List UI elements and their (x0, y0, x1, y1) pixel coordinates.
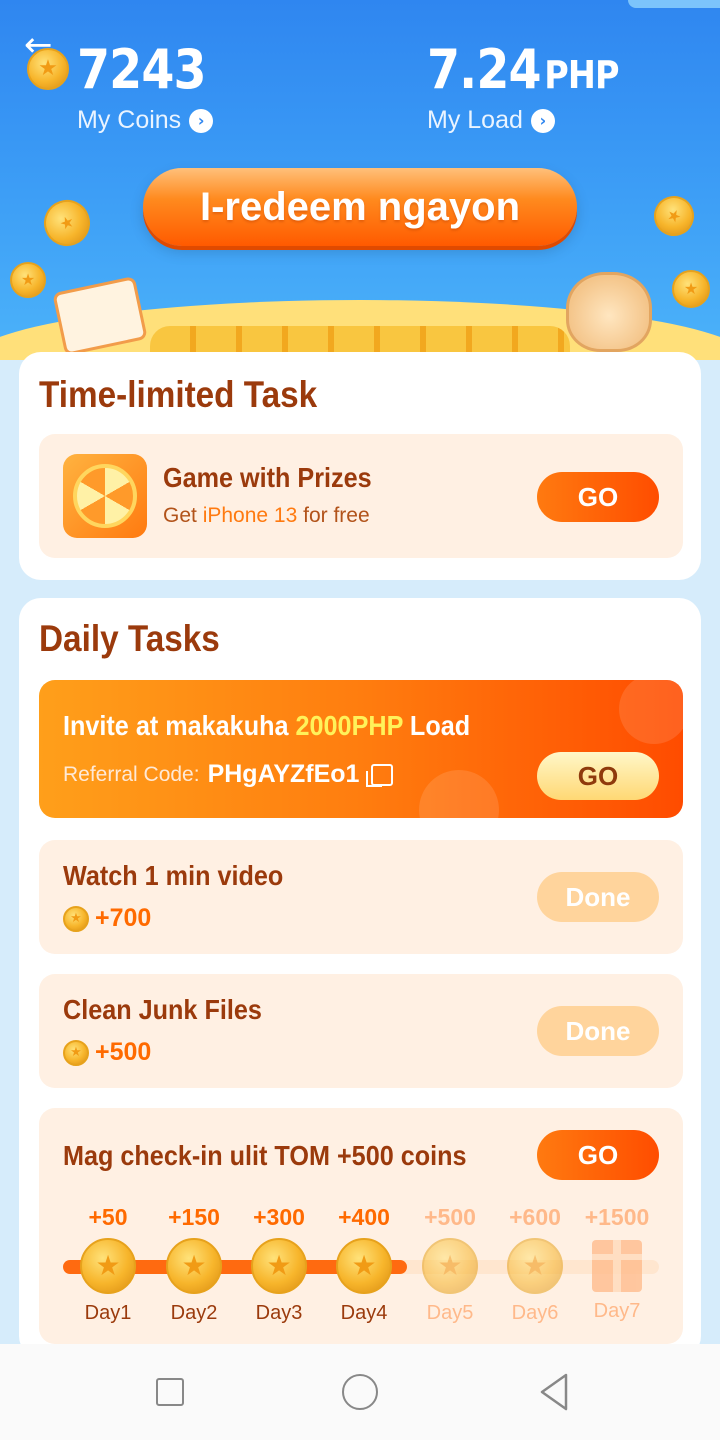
coin-icon (80, 1238, 136, 1294)
checkin-day: +400 Day4 (319, 1204, 409, 1325)
day-label: Day3 (255, 1302, 303, 1324)
day-label: Day1 (84, 1302, 132, 1324)
checkin-day: +300 Day3 (234, 1204, 324, 1325)
day-points: +500 (424, 1204, 476, 1230)
decorative-coin-icon (647, 189, 701, 243)
checkin-day: +1500 Day7 (572, 1204, 662, 1323)
checkin-day: +50 Day1 (63, 1204, 153, 1325)
chevron-right-icon: › (530, 108, 555, 133)
game-with-prizes-task: Game with Prizes Get iPhone 13 for free … (39, 434, 683, 558)
back-icon[interactable] (538, 1372, 570, 1412)
load-value: 7.24 (427, 38, 542, 101)
coin-icon (251, 1238, 307, 1294)
day-label: Day6 (511, 1302, 559, 1324)
watch-video-done-button[interactable]: Done (537, 872, 659, 922)
task-reward: +700 (63, 904, 151, 933)
checkin-go-button[interactable]: GO (537, 1130, 659, 1180)
section-title: Time-limited Task (39, 374, 318, 415)
coin-icon (166, 1238, 222, 1294)
section-title: Daily Tasks (39, 618, 220, 659)
copy-icon[interactable] (366, 763, 394, 787)
game-go-button[interactable]: GO (537, 472, 659, 522)
task-subtitle: Get iPhone 13 for free (163, 504, 370, 527)
task-title: Watch 1 min video (63, 860, 284, 891)
referral-code: PHgAYZfEo1 (207, 760, 360, 788)
checkin-title: Mag check-in ulit TOM +500 coins (63, 1140, 467, 1171)
arrow-left-icon[interactable]: ← (24, 28, 64, 68)
clean-junk-task: Clean Junk Files +500 Done (39, 974, 683, 1088)
invite-title: Invite at makakuha 2000PHP Load (63, 710, 471, 741)
daily-tasks-card: Daily Tasks Invite at makakuha 2000PHP L… (19, 598, 701, 1358)
redeem-now-button[interactable]: I-redeem ngayon (143, 168, 577, 246)
coin-icon (507, 1238, 563, 1294)
money-bag-mascot-illustration (566, 272, 652, 352)
header-banner: ← 7243 7.24PHP My Coins › My Load › I-re… (0, 0, 720, 360)
decorative-coin-icon (672, 270, 710, 308)
coin-icon (63, 1039, 89, 1066)
invite-go-button[interactable]: GO (537, 752, 659, 800)
my-coins-link[interactable]: My Coins › (77, 106, 214, 135)
prize-wheel-icon (63, 454, 147, 538)
day-label: Day4 (340, 1302, 388, 1324)
day-label: Day7 (593, 1300, 641, 1322)
clean-junk-done-button[interactable]: Done (537, 1006, 659, 1056)
day-points: +300 (253, 1204, 305, 1230)
recent-apps-icon[interactable] (156, 1378, 184, 1406)
invite-task-banner: Invite at makakuha 2000PHP Load Referral… (39, 680, 683, 818)
decorative-coin-icon (10, 262, 46, 298)
checkin-day: +600 Day6 (490, 1204, 580, 1325)
check-in-task: Mag check-in ulit TOM +500 coins GO +50 D… (39, 1108, 683, 1344)
decorative-coin-icon (37, 193, 97, 253)
gift-box-icon (592, 1240, 642, 1292)
task-reward: +500 (63, 1038, 151, 1067)
time-limited-card: Time-limited Task Game with Prizes Get i… (19, 352, 701, 580)
load-unit: PHP (544, 53, 619, 97)
system-nav-bar (0, 1344, 720, 1440)
day-points: +1500 (584, 1204, 650, 1230)
checkin-day: +500 Day5 (405, 1204, 495, 1325)
my-load-label: My Load (427, 106, 523, 134)
day-points: +400 (338, 1204, 390, 1230)
referral-line: Referral Code: PHgAYZfEo1 (63, 760, 394, 789)
task-title: Clean Junk Files (63, 994, 262, 1025)
coin-icon (63, 905, 89, 932)
day-points: +50 (88, 1204, 128, 1230)
my-load-link[interactable]: My Load › (427, 106, 555, 135)
watch-video-task: Watch 1 min video +700 Done (39, 840, 683, 954)
day-label: Day2 (170, 1302, 218, 1324)
coins-value: 7243 (77, 38, 207, 101)
referral-label: Referral Code: (63, 762, 200, 786)
header-tab-decoration (628, 0, 720, 8)
load-value-group: 7.24PHP (427, 42, 619, 103)
home-icon[interactable] (342, 1374, 378, 1410)
checkin-day: +150 Day2 (149, 1204, 239, 1325)
my-coins-label: My Coins (77, 106, 182, 134)
day-points: +600 (509, 1204, 561, 1230)
day-points: +150 (168, 1204, 220, 1230)
coin-icon (422, 1238, 478, 1294)
day-label: Day5 (426, 1302, 474, 1324)
chevron-right-icon: › (189, 108, 214, 133)
task-title: Game with Prizes (163, 462, 372, 493)
coin-icon (336, 1238, 392, 1294)
